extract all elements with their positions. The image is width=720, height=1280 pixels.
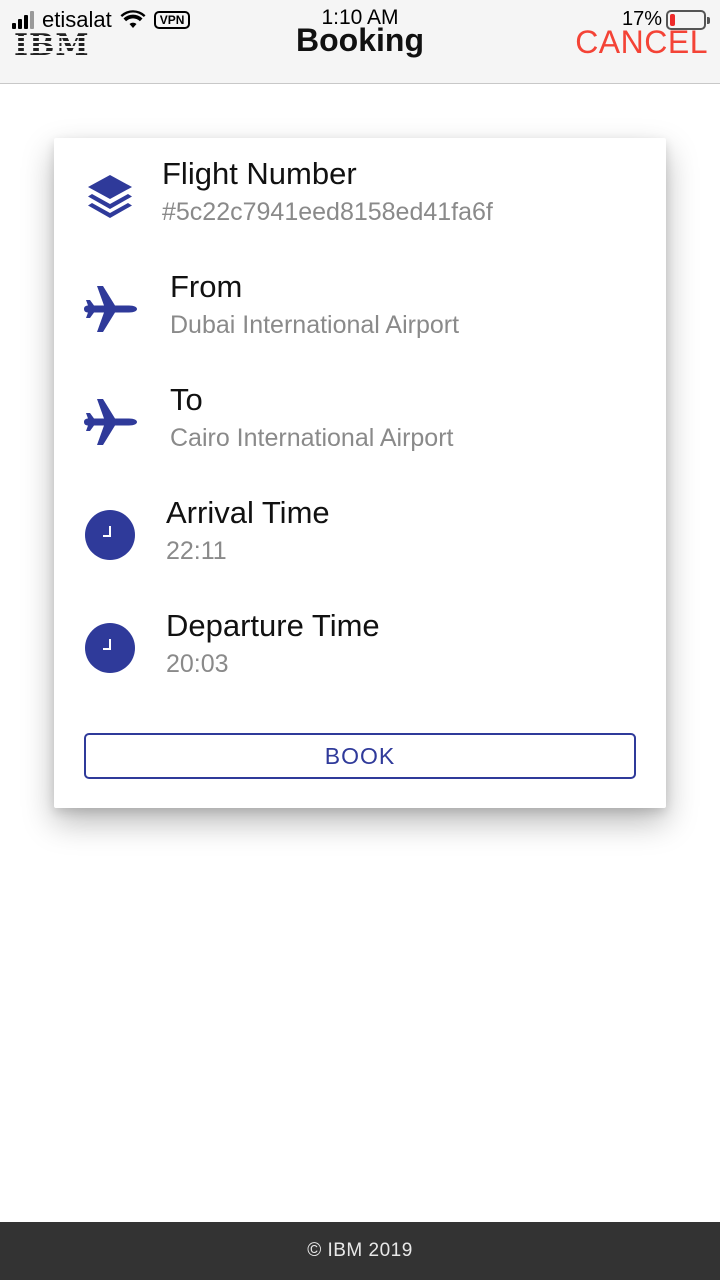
booking-card: Flight Number #5c22c7941eed8158ed41fa6f … — [54, 138, 666, 808]
arrival-time-label: Arrival Time — [166, 495, 330, 530]
arrival-time-value: 22:11 — [166, 537, 227, 565]
layers-icon — [82, 168, 138, 224]
to-label: To — [170, 382, 203, 417]
flight-number-row: Flight Number #5c22c7941eed8158ed41fa6f — [54, 152, 666, 248]
departure-time-row: Departure Time 20:03 — [54, 604, 666, 700]
from-label: From — [170, 269, 243, 304]
book-button[interactable]: BOOK — [84, 733, 636, 779]
departure-time-label: Departure Time — [166, 608, 380, 643]
airplane-icon — [82, 281, 138, 337]
clock-icon — [82, 507, 138, 563]
app-header: etisalat VPN 1:10 AM 17% IBM Booking CAN… — [0, 0, 720, 84]
footer: © IBM 2019 — [0, 1222, 720, 1280]
flight-number-value: #5c22c7941eed8158ed41fa6f — [162, 198, 493, 226]
from-row: From Dubai International Airport — [54, 265, 666, 361]
from-value: Dubai International Airport — [170, 311, 460, 339]
to-row: To Cairo International Airport — [54, 378, 666, 474]
flight-number-label: Flight Number — [162, 156, 357, 191]
to-value: Cairo International Airport — [170, 424, 454, 452]
airplane-icon — [82, 394, 138, 450]
cancel-button[interactable]: CANCEL — [575, 24, 708, 61]
copyright-text: © IBM 2019 — [307, 1240, 413, 1261]
arrival-time-row: Arrival Time 22:11 — [54, 491, 666, 587]
departure-time-value: 20:03 — [166, 650, 229, 678]
clock-icon — [82, 620, 138, 676]
